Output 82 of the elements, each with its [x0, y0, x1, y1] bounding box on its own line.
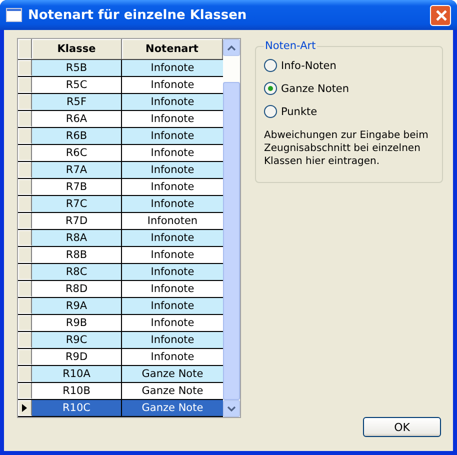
table-cell: R8D	[32, 281, 122, 297]
table-cell: R6B	[32, 128, 122, 144]
table-cell: R7B	[32, 179, 122, 195]
table-cell: Infonoten	[122, 213, 223, 229]
table-cell: Infonote	[122, 196, 223, 212]
table-row[interactable]: R8C Infonote	[18, 264, 223, 281]
scrollbar[interactable]	[223, 39, 240, 417]
table-cell: Infonote	[122, 94, 223, 110]
row-header	[18, 39, 32, 59]
table-row[interactable]: R10A Ganze Note	[18, 366, 223, 383]
table-row[interactable]: R5F Infonote	[18, 94, 223, 111]
table-row[interactable]: R10C Ganze Note	[18, 400, 223, 417]
table-row[interactable]: R5C Infonote	[18, 77, 223, 94]
table-cell: R9C	[32, 332, 122, 348]
table-row[interactable]: R10B Ganze Note	[18, 383, 223, 400]
table-cell: Ganze Note	[122, 400, 223, 416]
scroll-thumb[interactable]	[223, 82, 240, 400]
radio-option[interactable]: Info-Noten	[264, 54, 434, 77]
table-cell: Infonote	[122, 281, 223, 297]
table-row[interactable]: R6A Infonote	[18, 111, 223, 128]
table-cell: Infonote	[122, 298, 223, 314]
table-cell: R10B	[32, 383, 122, 399]
table-row[interactable]: R9C Infonote	[18, 332, 223, 349]
close-button[interactable]	[430, 4, 451, 26]
table-row[interactable]: R9B Infonote	[18, 315, 223, 332]
table-cell: Infonote	[122, 145, 223, 161]
radio-option[interactable]: Ganze Noten	[264, 77, 434, 100]
table-row[interactable]: R8A Infonote	[18, 230, 223, 247]
table-cell: R8B	[32, 247, 122, 263]
table-row[interactable]: R7D Infonoten	[18, 213, 223, 230]
table-cell: R8A	[32, 230, 122, 246]
window-title: Notenart für einzelne Klassen	[28, 8, 248, 22]
table-cell: Infonote	[122, 128, 223, 144]
row-header[interactable]	[18, 400, 32, 416]
table-cell: R5F	[32, 94, 122, 110]
table-cell: R10C	[32, 400, 122, 416]
table-cell: Infonote	[122, 230, 223, 246]
table-cell: Infonote	[122, 179, 223, 195]
table-cell: R7A	[32, 162, 122, 178]
table-cell: Infonote	[122, 77, 223, 93]
window-icon	[6, 8, 22, 22]
table-row[interactable]: R8B Infonote	[18, 247, 223, 264]
table-cell: Infonote	[122, 111, 223, 127]
hint-text: Abweichungen zur Eingabe beim Zeugnisabschnitt bei einzelnen Klassen hier eintragen.	[264, 129, 430, 168]
table-cell: R9D	[32, 349, 122, 365]
radio-button[interactable]	[264, 59, 277, 72]
row-pointer-icon	[22, 404, 27, 412]
table-cell: Infonote	[122, 349, 223, 365]
table-row[interactable]: R9A Infonote	[18, 298, 223, 315]
table-cell: R8C	[32, 264, 122, 280]
table-cell: R9B	[32, 315, 122, 331]
table-cell: R6A	[32, 111, 122, 127]
radio-button[interactable]	[264, 82, 277, 95]
table-row[interactable]: R8D Infonote	[18, 281, 223, 298]
table-cell: R5B	[32, 60, 122, 76]
table-cell: Infonote	[122, 332, 223, 348]
group-title: Noten-Art	[264, 40, 317, 52]
radio-option[interactable]: Punkte	[264, 100, 434, 123]
table-cell: Infonote	[122, 60, 223, 76]
table-cell: R5C	[32, 77, 122, 93]
table-cell: Infonote	[122, 247, 223, 263]
table-cell: R10A	[32, 366, 122, 382]
table-cell: R7C	[32, 196, 122, 212]
table-row[interactable]: R7C Infonote	[18, 196, 223, 213]
table-cell: R9A	[32, 298, 122, 314]
table-row[interactable]: R7B Infonote	[18, 179, 223, 196]
table-cell: Ganze Note	[122, 366, 223, 382]
column-header[interactable]: Klasse	[32, 39, 122, 59]
table-cell: Infonote	[122, 264, 223, 280]
table-cell: Infonote	[122, 315, 223, 331]
radio-button[interactable]	[264, 105, 277, 118]
table-row[interactable]: R6C Infonote	[18, 145, 223, 162]
table-cell: Infonote	[122, 162, 223, 178]
ok-button[interactable]: OK	[363, 417, 441, 437]
table-cell: Ganze Note	[122, 383, 223, 399]
table-cell: R6C	[32, 145, 122, 161]
table-row[interactable]: R9D Infonote	[18, 349, 223, 366]
table-row[interactable]: R6B Infonote	[18, 128, 223, 145]
table-row[interactable]: R7A Infonote	[18, 162, 223, 179]
table-cell: R7D	[32, 213, 122, 229]
column-header[interactable]: Notenart	[122, 39, 223, 59]
table-row[interactable]: R5B Infonote	[18, 60, 223, 77]
